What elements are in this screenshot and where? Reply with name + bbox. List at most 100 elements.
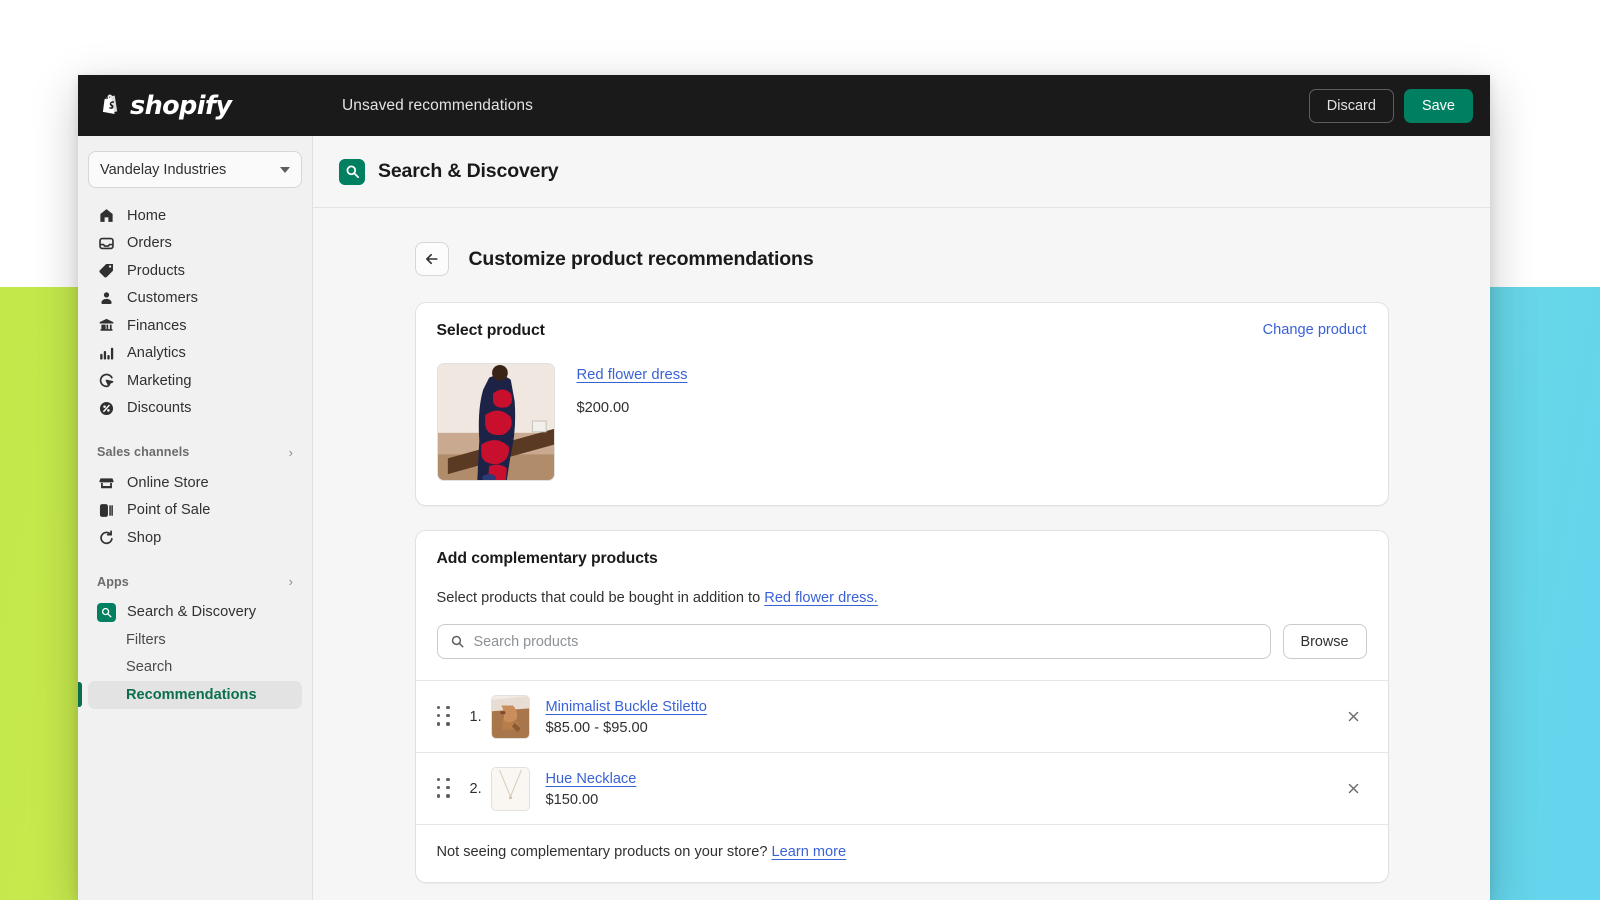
chevron-right-icon: › xyxy=(289,446,293,459)
table-row[interactable]: 1. xyxy=(416,680,1388,752)
app-header-title: Search & Discovery xyxy=(378,160,558,183)
row-product-price: $85.00 - $95.00 xyxy=(546,720,1341,736)
sidebar-label-point-of-sale: Point of Sale xyxy=(127,502,210,518)
sidebar-label-finances: Finances xyxy=(127,318,187,334)
shopify-bag-icon xyxy=(97,92,122,120)
chevron-right-icon: › xyxy=(289,575,293,588)
content-scroll-area: Customize product recommendations Select… xyxy=(313,208,1490,883)
selected-product-row: Red flower dress $200.00 xyxy=(437,363,1367,481)
complementary-description: Select products that could be bought in … xyxy=(437,590,1367,606)
product-thumbnail xyxy=(437,363,555,481)
point-of-sale-icon xyxy=(97,501,116,520)
orders-icon xyxy=(97,234,116,253)
sidebar-item-customers[interactable]: Customers xyxy=(88,285,302,313)
back-button[interactable] xyxy=(415,242,449,276)
row-product-link[interactable]: Minimalist Buckle Stiletto xyxy=(546,699,707,715)
sidebar-subitem-recommendations[interactable]: Recommendations xyxy=(88,681,302,709)
row-thumbnail xyxy=(491,767,530,811)
complementary-title: Add complementary products xyxy=(437,550,1367,568)
discard-button[interactable]: Discard xyxy=(1309,89,1394,123)
sales-channels-heading: Sales channels xyxy=(97,445,189,459)
sidebar-subitem-filters[interactable]: Filters xyxy=(88,626,302,654)
learn-more-link[interactable]: Learn more xyxy=(772,844,847,860)
main-content: Search & Discovery Customize product rec… xyxy=(313,136,1490,900)
drag-handle-icon[interactable] xyxy=(437,778,453,800)
complementary-products-card: Add complementary products Select produc… xyxy=(415,530,1389,883)
shop-bag-icon xyxy=(97,528,116,547)
sidebar-section-sales-channels[interactable]: Sales channels › xyxy=(88,439,302,465)
search-row: Browse xyxy=(437,624,1367,659)
close-icon xyxy=(1346,781,1361,796)
stiletto-shoe-photo xyxy=(492,696,529,738)
sidebar-item-finances[interactable]: Finances xyxy=(88,312,302,340)
store-selector[interactable]: Vandelay Industries xyxy=(88,151,302,188)
discounts-percent-icon xyxy=(97,399,116,418)
search-input[interactable] xyxy=(474,634,1258,650)
complementary-description-text: Select products that could be bought in … xyxy=(437,590,765,606)
topbar-actions: Discard Save xyxy=(1309,89,1473,123)
finances-bank-icon xyxy=(97,316,116,335)
search-icon xyxy=(450,634,465,649)
sidebar-label-search-discovery: Search & Discovery xyxy=(127,604,256,620)
top-bar: shopify Unsaved recommendations Discard … xyxy=(78,75,1490,136)
product-name-link[interactable]: Red flower dress xyxy=(577,367,688,383)
app-header: Search & Discovery xyxy=(313,136,1490,208)
customers-person-icon xyxy=(97,289,116,308)
arrow-left-icon xyxy=(424,251,440,267)
shopify-logo[interactable]: shopify xyxy=(97,91,315,121)
row-index: 1. xyxy=(453,709,491,725)
sidebar-item-analytics[interactable]: Analytics xyxy=(88,340,302,368)
row-meta: Minimalist Buckle Stiletto $85.00 - $95.… xyxy=(546,698,1341,736)
sidebar-label-search: Search xyxy=(126,659,172,675)
sidebar-label-customers: Customers xyxy=(127,290,198,306)
browse-button[interactable]: Browse xyxy=(1283,624,1367,659)
store-name-label: Vandelay Industries xyxy=(100,162,226,178)
sidebar-label-orders: Orders xyxy=(127,235,172,251)
red-flower-dress-photo xyxy=(438,364,554,480)
sidebar-item-marketing[interactable]: Marketing xyxy=(88,367,302,395)
product-price: $200.00 xyxy=(577,400,688,416)
sidebar-label-filters: Filters xyxy=(126,632,166,648)
sidebar-label-home: Home xyxy=(127,208,166,224)
sidebar-item-search-and-discovery[interactable]: Search & Discovery xyxy=(88,599,302,627)
online-store-icon xyxy=(97,473,116,492)
remove-item-button[interactable] xyxy=(1341,776,1367,802)
drag-handle-icon[interactable] xyxy=(437,706,453,728)
complementary-description-link[interactable]: Red flower dress. xyxy=(764,590,878,606)
row-index: 2. xyxy=(453,781,491,797)
sidebar-section-apps[interactable]: Apps › xyxy=(88,569,302,595)
save-button[interactable]: Save xyxy=(1404,89,1473,123)
sidebar-label-marketing: Marketing xyxy=(127,373,192,389)
search-products-box[interactable] xyxy=(437,624,1271,659)
select-product-header: Select product Change product xyxy=(437,322,1367,340)
sidebar-item-products[interactable]: Products xyxy=(88,257,302,285)
row-thumbnail xyxy=(491,695,530,739)
remove-item-button[interactable] xyxy=(1341,704,1367,730)
sidebar-subitem-search[interactable]: Search xyxy=(88,654,302,682)
select-product-card: Select product Change product xyxy=(415,302,1389,506)
selected-product-meta: Red flower dress $200.00 xyxy=(577,363,688,481)
sidebar-item-shop[interactable]: Shop xyxy=(88,524,302,552)
apps-heading: Apps xyxy=(97,575,129,589)
change-product-link[interactable]: Change product xyxy=(1263,322,1367,338)
footer-note-text: Not seeing complementary products on you… xyxy=(437,844,772,860)
sidebar-item-orders[interactable]: Orders xyxy=(88,230,302,258)
sidebar-item-discounts[interactable]: Discounts xyxy=(88,395,302,423)
sidebar-label-analytics: Analytics xyxy=(127,345,186,361)
sidebar-label-shop: Shop xyxy=(127,530,161,546)
search-discovery-icon xyxy=(339,159,365,185)
chevron-down-icon xyxy=(280,167,290,173)
sidebar-item-point-of-sale[interactable]: Point of Sale xyxy=(88,497,302,525)
active-indicator-bar xyxy=(78,682,82,707)
sidebar-item-home[interactable]: Home xyxy=(88,202,302,230)
sidebar-item-online-store[interactable]: Online Store xyxy=(88,469,302,497)
sidebar-label-discounts: Discounts xyxy=(127,400,192,416)
unsaved-status-text: Unsaved recommendations xyxy=(342,97,533,115)
table-row[interactable]: 2. Hue Necklace $150.00 xyxy=(416,752,1388,824)
sidebar-label-online-store: Online Store xyxy=(127,475,209,491)
shopify-wordmark: shopify xyxy=(130,91,231,121)
shopify-admin-window: shopify Unsaved recommendations Discard … xyxy=(78,75,1490,900)
page-header: Customize product recommendations xyxy=(415,242,1389,276)
row-product-link[interactable]: Hue Necklace xyxy=(546,771,637,787)
home-icon xyxy=(97,206,116,225)
